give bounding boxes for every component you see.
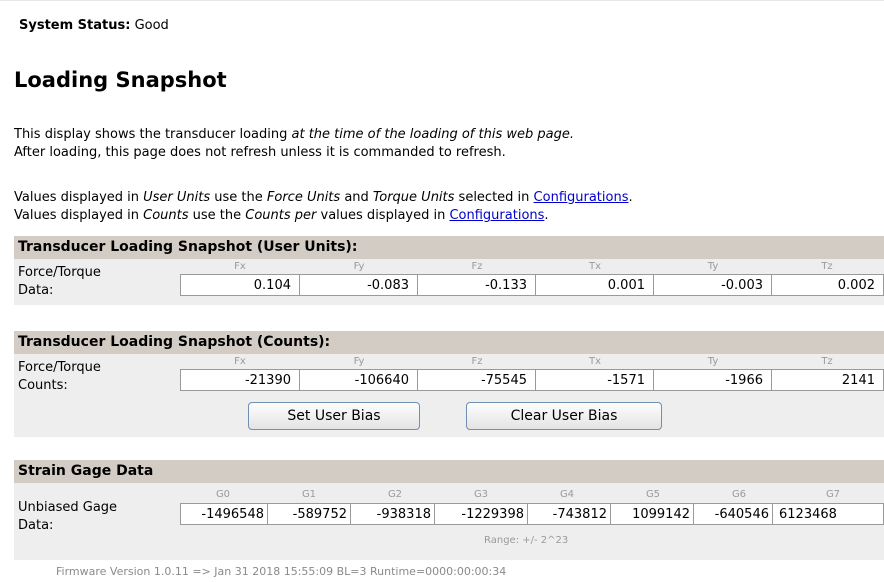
strain-gage-body: Unbiased Gage Data: G0 G1 G2 G3 G4 G5 G6… — [14, 483, 884, 560]
row-label-line2: Data: — [18, 518, 54, 533]
axis-label-fy: Fy — [353, 261, 365, 272]
count-fy: -106640 — [299, 369, 418, 391]
gage-value-g3: -1229398 — [434, 503, 528, 525]
gage-label-g4: G4 — [559, 489, 575, 500]
gage-value-g1: -589752 — [267, 503, 351, 525]
strain-gage-header: Strain Gage Data — [14, 460, 884, 483]
gage-label-g7: G7 — [825, 489, 841, 500]
bias-button-row: Set User Bias Clear User Bias — [14, 400, 884, 437]
value-fz: -0.133 — [417, 274, 536, 296]
axis-label-fx: Fx — [234, 356, 246, 367]
counts-row-label: Force/Torque Counts: — [18, 359, 101, 395]
intro-text-line2: After loading, this page does not refres… — [14, 145, 506, 160]
gage-label-g5: G5 — [645, 489, 661, 500]
strain-gage-panel: Strain Gage Data Unbiased Gage Data: G0 … — [14, 460, 884, 560]
note-italic: Counts — [143, 208, 189, 223]
note-italic: Force Units — [266, 190, 341, 205]
configurations-link-2[interactable]: Configurations — [449, 208, 544, 223]
axis-label-tz: Tz — [821, 261, 833, 272]
gage-label-g1: G1 — [301, 489, 317, 500]
page-title: Loading Snapshot — [14, 68, 227, 92]
note-text: Values displayed in — [14, 190, 144, 205]
intro-paragraph: This display shows the transducer loadin… — [14, 126, 574, 162]
strain-row-label: Unbiased Gage Data: — [18, 499, 117, 535]
system-status-value: Good — [134, 18, 169, 33]
row-label-line2: Data: — [18, 283, 54, 298]
axis-label-tz: Tz — [821, 356, 833, 367]
gage-label-g0: G0 — [215, 489, 231, 500]
counts-header: Transducer Loading Snapshot (Counts): — [14, 331, 884, 354]
note-text: values displayed in — [316, 208, 450, 223]
note-italic: Torque Units — [372, 190, 455, 205]
gage-value-g4: -743812 — [527, 503, 611, 525]
gage-value-g6: -640546 — [693, 503, 773, 525]
count-tx: -1571 — [535, 369, 654, 391]
note-text: use the — [188, 208, 246, 223]
value-ty: -0.003 — [653, 274, 772, 296]
intro-text: This display shows the transducer loadin… — [14, 127, 292, 142]
units-note: Values displayed in User Units use the F… — [14, 189, 633, 225]
axis-label-ty: Ty — [707, 261, 719, 272]
gage-value-g0: -1496548 — [180, 503, 268, 525]
value-tz: 0.002 — [771, 274, 884, 296]
system-status: System Status: Good — [19, 18, 169, 33]
gage-range-note: Range: +/- 2^23 — [484, 535, 569, 546]
counts-panel: Transducer Loading Snapshot (Counts): Fo… — [14, 331, 884, 437]
user-units-body: Force/Torque Data: Fx Fy Fz Tx Ty Tz 0.1… — [14, 259, 884, 305]
axis-label-tx: Tx — [588, 261, 602, 272]
gage-label-g3: G3 — [473, 489, 489, 500]
user-units-row-label: Force/Torque Data: — [18, 264, 101, 300]
row-label-line2: Counts: — [18, 378, 68, 393]
gage-label-g2: G2 — [387, 489, 403, 500]
row-label-line1: Force/Torque — [18, 360, 101, 375]
value-fy: -0.083 — [299, 274, 418, 296]
value-tx: 0.001 — [535, 274, 654, 296]
clear-user-bias-button[interactable]: Clear User Bias — [466, 402, 662, 430]
axis-label-tx: Tx — [588, 356, 602, 367]
note-text: selected in — [454, 190, 534, 205]
axis-label-ty: Ty — [707, 356, 719, 367]
axis-label-fy: Fy — [353, 356, 365, 367]
gage-value-g2: -938318 — [350, 503, 435, 525]
value-fx: 0.104 — [180, 274, 300, 296]
set-user-bias-button[interactable]: Set User Bias — [248, 402, 420, 430]
gage-value-g7: 6123468 — [772, 503, 884, 525]
note-text: and — [340, 190, 373, 205]
count-tz: 2141 — [771, 369, 884, 391]
configurations-link[interactable]: Configurations — [534, 190, 629, 205]
note-text: . — [628, 190, 633, 205]
count-fz: -75545 — [417, 369, 536, 391]
row-label-line1: Unbiased Gage — [18, 500, 118, 515]
note-text: Values displayed in — [14, 208, 144, 223]
note-text: . — [544, 208, 549, 223]
count-ty: -1966 — [653, 369, 772, 391]
top-divider — [0, 0, 884, 1]
system-status-label: System Status: — [19, 18, 131, 33]
counts-body: Force/Torque Counts: Fx Fy Fz Tx Ty Tz -… — [14, 354, 884, 400]
note-italic: Counts per — [245, 208, 317, 223]
axis-label-fx: Fx — [234, 261, 246, 272]
user-units-header: Transducer Loading Snapshot (User Units)… — [14, 236, 884, 259]
user-units-panel: Transducer Loading Snapshot (User Units)… — [14, 236, 884, 305]
firmware-version: Firmware Version 1.0.11 => Jan 31 2018 1… — [56, 565, 507, 578]
axis-label-fz: Fz — [471, 261, 483, 272]
intro-italic-text: at the time of the loading of this web p… — [291, 127, 574, 142]
gage-value-g5: 1099142 — [610, 503, 694, 525]
count-fx: -21390 — [180, 369, 300, 391]
row-label-line1: Force/Torque — [18, 265, 101, 280]
gage-label-g6: G6 — [731, 489, 747, 500]
note-text: use the — [210, 190, 267, 205]
axis-label-fz: Fz — [471, 356, 483, 367]
note-italic: User Units — [143, 190, 211, 205]
